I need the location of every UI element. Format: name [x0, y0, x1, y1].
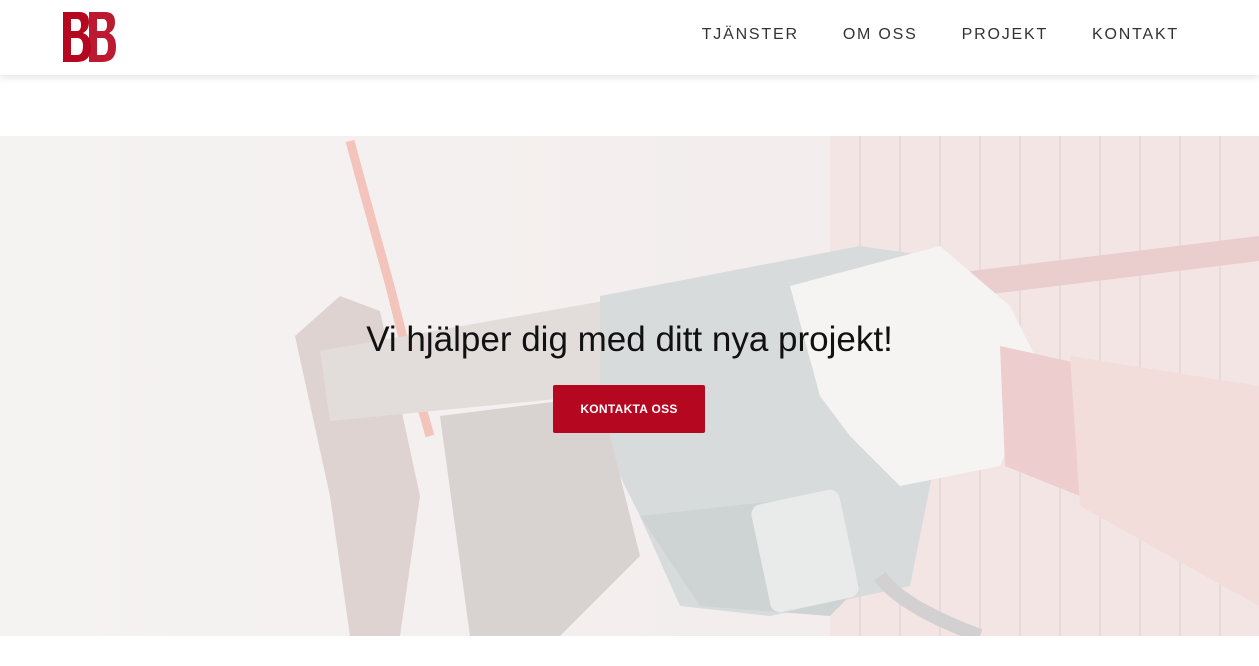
hero-content: Vi hjälper dig med ditt nya projekt! KON…: [0, 136, 1259, 636]
nav-item-kontakt[interactable]: KONTAKT: [1092, 26, 1179, 44]
logo-mark-icon: [63, 12, 116, 62]
hero-section: Vi hjälper dig med ditt nya projekt! KON…: [0, 136, 1259, 636]
nav-item-om-oss[interactable]: OM OSS: [843, 26, 918, 44]
nav-item-tjanster[interactable]: TJÄNSTER: [702, 26, 799, 44]
contact-us-button[interactable]: KONTAKTA OSS: [553, 385, 705, 433]
site-header: TJÄNSTER OM OSS PROJEKT KONTAKT: [0, 0, 1259, 75]
main-nav: TJÄNSTER OM OSS PROJEKT KONTAKT: [658, 0, 1179, 70]
hero-headline: Vi hjälper dig med ditt nya projekt!: [366, 320, 893, 359]
nav-item-projekt[interactable]: PROJEKT: [962, 26, 1048, 44]
company-logo[interactable]: [61, 10, 116, 64]
